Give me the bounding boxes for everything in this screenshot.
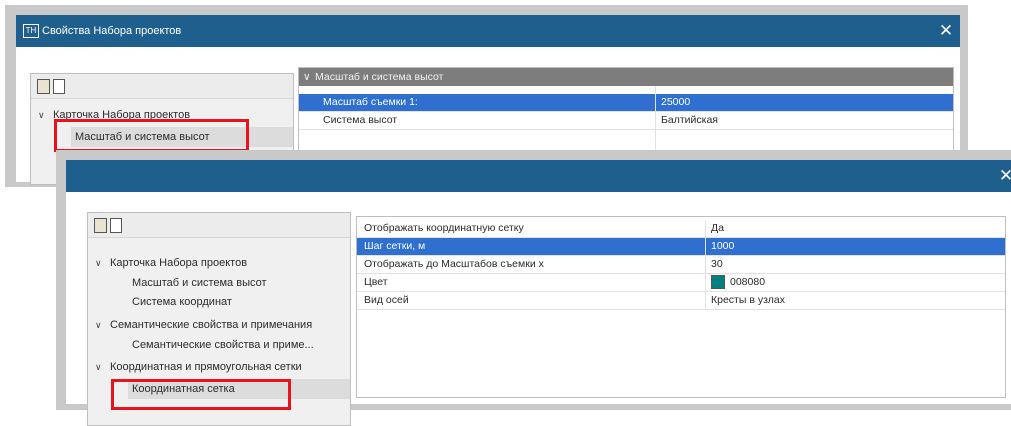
tree-item-coord-system[interactable]: Система координат	[132, 293, 232, 311]
front-window: ✕ ∨ Карточка Набора проектов Масштаб и с…	[66, 160, 1011, 426]
tree-item-semantic[interactable]: Семантические свойства и примечания	[110, 316, 312, 334]
tree-item-grids[interactable]: Координатная и прямоугольная сетки	[110, 358, 302, 376]
property-value[interactable]: Да	[711, 220, 724, 237]
tree-item-semantic-sub[interactable]: Семантические свойства и приме...	[132, 336, 314, 354]
property-value[interactable]: Балтийская	[661, 112, 718, 129]
back-tree-toolbar	[31, 74, 293, 99]
page-icon[interactable]	[53, 79, 65, 94]
property-value[interactable]: Кресты в узлах	[711, 292, 785, 309]
properties-icon[interactable]	[37, 79, 50, 94]
property-value[interactable]: 008080	[711, 274, 765, 291]
chevron-down-icon[interactable]: ∨	[38, 106, 45, 124]
property-name: Цвет	[364, 276, 388, 288]
app-icon: TH	[23, 24, 39, 38]
category-header[interactable]: ∨ Масштаб и система высот	[299, 68, 953, 86]
chevron-down-icon[interactable]: ∨	[95, 316, 102, 334]
front-window-titlebar[interactable]: ✕	[66, 160, 1011, 192]
back-window-titlebar[interactable]: TH Свойства Набора проектов ✕	[16, 15, 960, 47]
property-value[interactable]: 1000	[711, 238, 734, 255]
property-value[interactable]: 25000	[661, 94, 690, 111]
grid-row[interactable]: Отображать до Масштабов съемки х 30	[357, 256, 1005, 274]
property-name: Вид осей	[364, 294, 409, 306]
grid-row[interactable]: Масштаб съемки 1: 25000	[299, 94, 953, 112]
grid-row[interactable]: Система высот Балтийская	[299, 112, 953, 130]
grid-row[interactable]: Шаг сетки, м 1000	[357, 238, 1005, 256]
category-label: Масштаб и система высот	[315, 71, 444, 83]
highlight-box	[111, 379, 291, 410]
close-icon[interactable]: ✕	[934, 16, 958, 46]
grid-row[interactable]: Отображать координатную сетку Да	[357, 220, 1005, 238]
chevron-down-icon[interactable]: ∨	[95, 358, 102, 376]
close-icon[interactable]: ✕	[994, 161, 1011, 191]
chevron-down-icon[interactable]: ∨	[303, 68, 311, 86]
tree-item-scale[interactable]: Масштаб и система высот	[132, 274, 267, 292]
chevron-down-icon[interactable]: ∨	[95, 254, 102, 272]
grid-row[interactable]: Цвет 008080	[357, 274, 1005, 292]
back-window-title: Свойства Набора проектов	[42, 25, 182, 37]
property-name: Масштаб съемки 1:	[323, 96, 418, 108]
page-icon[interactable]	[110, 218, 122, 233]
tree-item-card[interactable]: Карточка Набора проектов	[110, 254, 247, 272]
front-tree-toolbar	[88, 213, 350, 238]
front-property-grid: Отображать координатную сетку Да Шаг сет…	[356, 216, 1006, 398]
property-name: Шаг сетки, м	[364, 240, 426, 252]
property-name: Система высот	[323, 114, 398, 126]
property-name: Отображать координатную сетку	[364, 222, 524, 234]
property-name: Отображать до Масштабов съемки х	[364, 258, 544, 270]
highlight-box	[54, 119, 249, 152]
color-swatch[interactable]	[711, 275, 725, 290]
property-value[interactable]: 30	[711, 256, 723, 273]
grid-row[interactable]: Вид осей Кресты в узлах	[357, 292, 1005, 310]
color-value: 008080	[730, 276, 766, 288]
properties-icon[interactable]	[94, 218, 107, 233]
column-divider[interactable]	[705, 220, 706, 310]
